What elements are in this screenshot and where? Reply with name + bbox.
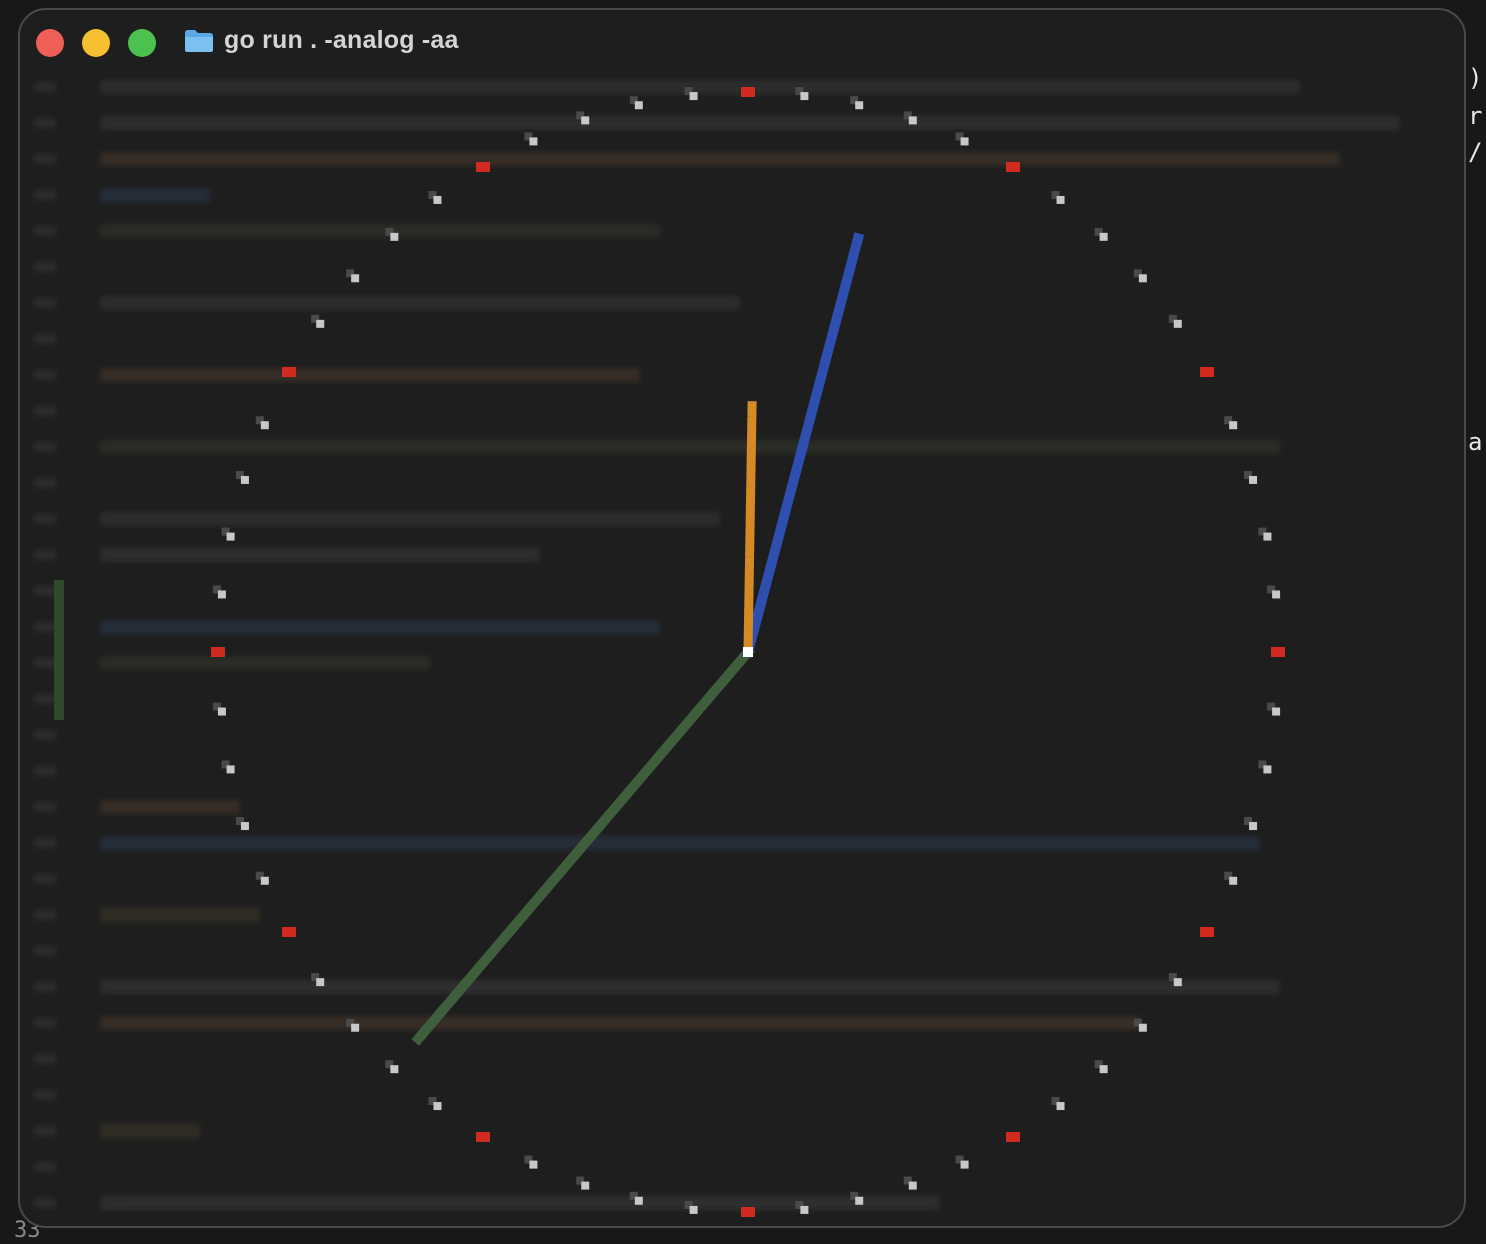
minute-tick <box>634 101 643 110</box>
minute-tick <box>1229 421 1238 430</box>
minute-tick <box>800 92 809 101</box>
hour-tick <box>741 1207 755 1217</box>
hour-hand <box>743 401 757 657</box>
minute-tick <box>960 137 969 146</box>
minute-tick <box>1263 765 1272 774</box>
edge-char: / <box>1468 138 1483 166</box>
minute-tick <box>689 1205 698 1214</box>
minute-tick <box>260 421 269 430</box>
hour-tick <box>211 647 225 657</box>
hour-tick <box>741 87 755 97</box>
minute-tick <box>390 1065 399 1074</box>
edge-char: ) <box>1468 64 1483 92</box>
minute-tick <box>1249 475 1258 484</box>
minute-tick <box>1099 1065 1108 1074</box>
hour-tick <box>1199 367 1214 377</box>
minute-tick <box>390 232 399 241</box>
minute-tick <box>351 274 360 283</box>
minute-tick <box>1056 1102 1065 1111</box>
minute-tick <box>689 92 698 101</box>
analog-clock <box>211 87 1285 1217</box>
minute-tick <box>1056 195 1065 204</box>
hour-tick <box>1006 1131 1020 1142</box>
minute-tick <box>433 195 442 204</box>
minute-tick <box>260 876 269 885</box>
minute-tick <box>316 978 325 987</box>
hour-tick <box>476 1131 490 1142</box>
minute-tick <box>1099 232 1108 241</box>
edge-char: r <box>1468 102 1483 130</box>
minute-tick <box>226 532 235 541</box>
minute-tick <box>1263 532 1272 541</box>
minute-tick <box>1272 590 1281 599</box>
minute-tick <box>433 1102 442 1111</box>
minute-tick <box>855 101 864 110</box>
minute-tick <box>1229 876 1238 885</box>
minute-tick <box>634 1196 643 1205</box>
minute-tick <box>226 765 235 774</box>
minute-tick <box>316 319 325 328</box>
minute-hand <box>741 230 865 659</box>
hour-tick <box>1199 927 1214 937</box>
clock-center <box>743 647 753 657</box>
minute-tick <box>217 590 226 599</box>
hour-tick <box>1006 162 1020 173</box>
minute-tick <box>908 1181 917 1190</box>
minute-tick <box>1138 1023 1147 1032</box>
minute-tick <box>855 1196 864 1205</box>
minute-tick <box>908 116 917 125</box>
edge-char: a <box>1468 428 1483 456</box>
hour-tick <box>282 927 297 937</box>
minute-tick <box>529 137 538 146</box>
minute-tick <box>351 1023 360 1032</box>
minute-tick <box>1249 822 1258 831</box>
minute-tick <box>1272 707 1281 716</box>
minute-tick <box>529 1160 538 1169</box>
minute-tick <box>240 822 249 831</box>
minute-tick <box>1138 274 1147 283</box>
minute-tick <box>1173 978 1182 987</box>
minute-tick <box>581 116 590 125</box>
minute-tick <box>240 475 249 484</box>
hour-tick <box>282 367 297 377</box>
hour-tick <box>1271 647 1285 657</box>
second-hand <box>411 644 756 1047</box>
minute-tick <box>800 1205 809 1214</box>
hour-tick <box>476 162 490 173</box>
minute-tick <box>1173 319 1182 328</box>
minute-tick <box>960 1160 969 1169</box>
minute-tick <box>217 707 226 716</box>
terminal-window[interactable]: go run . -analog -aa <box>18 8 1466 1228</box>
minute-tick <box>581 1181 590 1190</box>
